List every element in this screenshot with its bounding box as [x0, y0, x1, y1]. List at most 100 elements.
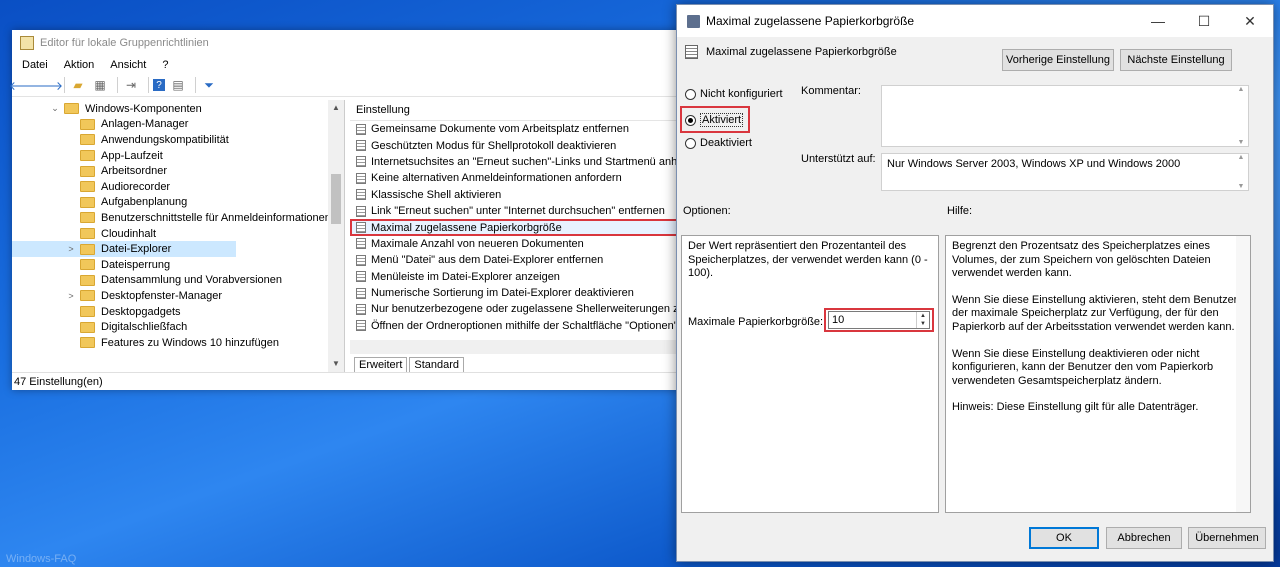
tree-item[interactable]: Features zu Windows 10 hinzufügen	[12, 335, 344, 351]
tree-item[interactable]: Digitalschließfach	[12, 319, 344, 335]
tree-item[interactable]: Dateisperrung	[12, 257, 344, 273]
scroll-up-icon[interactable]: ▲	[328, 100, 344, 116]
spin-arrows[interactable]: ▲ ▼	[916, 312, 929, 328]
policy-list-item-label: Maximale Anzahl von neueren Dokumenten	[371, 237, 584, 250]
list-header-label: Einstellung	[356, 104, 410, 116]
chevron-down-icon[interactable]: ⌄	[50, 103, 60, 114]
menu-aktion[interactable]: Aktion	[64, 59, 95, 71]
menu-help[interactable]: ?	[162, 59, 168, 71]
supported-value: Nur Windows Server 2003, Windows XP und …	[887, 158, 1181, 170]
radio-enabled[interactable]: Aktiviert	[685, 113, 744, 127]
gpedit-titlebar[interactable]: Editor für lokale Gruppenrichtlinien	[12, 30, 682, 56]
policy-list-item[interactable]: Link "Erneut suchen" unter "Internet dur…	[350, 203, 682, 219]
policy-dialog: Maximal zugelassene Papierkorbgröße — ☐ …	[676, 4, 1274, 562]
radio-disabled[interactable]: Deaktiviert	[685, 137, 752, 149]
max-size-label: Maximale Papierkorbgröße:	[688, 316, 824, 328]
radio-circle-selected	[685, 114, 696, 126]
menu-ansicht[interactable]: Ansicht	[110, 59, 146, 71]
policy-list-item[interactable]: Klassische Shell aktivieren	[350, 187, 682, 203]
spin-up-icon[interactable]: ▲	[920, 313, 926, 319]
list-header-einstellung[interactable]: Einstellung ⌃	[350, 100, 682, 121]
toolbar-separator	[117, 77, 118, 93]
apply-button[interactable]: Übernehmen	[1188, 527, 1266, 549]
gpedit-window: Editor für lokale Gruppenrichtlinien Dat…	[9, 30, 684, 390]
policy-setting-icon	[356, 189, 366, 201]
tree-item[interactable]: Audiorecorder	[12, 179, 344, 195]
folder-icon	[80, 259, 95, 271]
policy-list-item[interactable]: Maximal zugelassene Papierkorbgröße	[350, 219, 682, 236]
policy-list-item[interactable]: Menüleiste im Datei-Explorer anzeigen	[350, 269, 682, 285]
folder-icon	[80, 243, 95, 255]
policy-list-item[interactable]: Gemeinsame Dokumente vom Arbeitsplatz en…	[350, 121, 682, 137]
comment-textarea[interactable]: ▲ ▼	[881, 85, 1249, 147]
folder-icon	[80, 118, 95, 130]
tree-item[interactable]: Datensammlung und Vorabversionen	[12, 273, 344, 289]
options-panel: Der Wert repräsentiert den Prozentanteil…	[681, 235, 939, 513]
tree-item[interactable]: Desktopgadgets	[12, 304, 344, 320]
spin-down-icon[interactable]: ▼	[920, 321, 926, 327]
folder-icon	[80, 165, 95, 177]
policy-list-item[interactable]: Maximale Anzahl von neueren Dokumenten	[350, 236, 682, 252]
folder-icon	[80, 134, 95, 146]
tree-item[interactable]: ⌄ Windows-Komponenten	[12, 101, 344, 117]
menu-datei[interactable]: Datei	[22, 59, 48, 71]
help-icon[interactable]: ?	[153, 79, 165, 91]
tree-item-label: Windows-Komponenten	[85, 102, 202, 115]
tree-item-label: Cloudinhalt	[101, 227, 157, 240]
menu-bar: Datei Aktion Ansicht ?	[12, 56, 682, 74]
tree-item[interactable]: App-Laufzeit	[12, 148, 344, 164]
tree-item[interactable]: > Desktopfenster-Manager	[12, 288, 344, 304]
policy-list-item[interactable]: Internetsuchsites an "Erneut suchen"-Lin…	[350, 154, 682, 170]
chevron-right-icon[interactable]: >	[66, 244, 76, 254]
close-icon[interactable]: ✕	[1227, 5, 1273, 37]
radio-not-configured[interactable]: Nicht konfiguriert	[685, 88, 783, 100]
forward-arrow-icon[interactable]: 🡒	[31, 77, 63, 93]
filter-icon[interactable]: ⏷	[200, 77, 218, 93]
comment-scrollbar[interactable]: ▲ ▼	[1234, 86, 1248, 146]
policy-list-item[interactable]: Menü "Datei" aus dem Datei-Explorer entf…	[350, 252, 682, 268]
scroll-down-icon[interactable]: ▼	[328, 356, 344, 372]
gpedit-title: Editor für lokale Gruppenrichtlinien	[40, 37, 209, 49]
previous-setting-button[interactable]: Vorherige Einstellung	[1002, 49, 1114, 71]
tree-item[interactable]: Benutzerschnittstelle für Anmeldeinforma…	[12, 210, 344, 226]
tree-item[interactable]: Anlagen-Manager	[12, 117, 344, 133]
tree-item[interactable]: > Datei-Explorer	[12, 241, 236, 257]
next-setting-button[interactable]: Nächste Einstellung	[1120, 49, 1232, 71]
tree-item-label: Digitalschließfach	[101, 321, 188, 334]
comment-label: Kommentar:	[801, 85, 861, 97]
policy-list-item-label: Klassische Shell aktivieren	[371, 188, 502, 201]
minimize-icon[interactable]: —	[1135, 5, 1181, 37]
tree-item[interactable]: Aufgabenplanung	[12, 195, 344, 211]
tree-item[interactable]: Anwendungskompatibilität	[12, 132, 344, 148]
maximize-icon[interactable]: ☐	[1181, 5, 1227, 37]
chevron-right-icon[interactable]: >	[66, 291, 76, 301]
properties-icon[interactable]: ▤	[169, 77, 187, 93]
folder-icon	[80, 290, 95, 302]
export-icon[interactable]: ⇥	[122, 77, 140, 93]
policy-list-item[interactable]: Numerische Sortierung im Datei-Explorer …	[350, 285, 682, 301]
policy-setting-icon	[356, 123, 366, 135]
tab-erweitert[interactable]: Erweitert	[354, 357, 408, 372]
cancel-button[interactable]: Abbrechen	[1106, 527, 1182, 549]
policy-setting-icon	[356, 156, 366, 168]
policy-list-item[interactable]: Öffnen der Ordneroptionen mithilfe der S…	[350, 318, 682, 334]
folder-up-icon[interactable]: ▰	[69, 77, 87, 93]
list-hscrollbar[interactable]	[350, 340, 682, 354]
policy-list-item[interactable]: Keine alternativen Anmeldeinformationen …	[350, 170, 682, 186]
help-scrollbar[interactable]	[1236, 236, 1250, 512]
policy-list-item[interactable]: Geschützten Modus für Shellprotokoll dea…	[350, 137, 682, 153]
tab-standard[interactable]: Standard	[409, 357, 465, 372]
max-size-spinbox[interactable]: 10 ▲ ▼	[828, 311, 930, 329]
tree-scrollbar[interactable]: ▲ ▼	[328, 100, 344, 372]
tree-item-label: Desktopgadgets	[101, 305, 181, 318]
ok-button[interactable]: OK	[1029, 527, 1099, 549]
policy-list-item-label: Internetsuchsites an "Erneut suchen"-Lin…	[371, 155, 682, 168]
policy-setting-icon	[356, 254, 366, 266]
scroll-thumb[interactable]	[331, 174, 341, 224]
show-tree-icon[interactable]: ▦	[91, 77, 109, 93]
policy-list-item[interactable]: Nur benutzerbezogene oder zugelassene Sh…	[350, 301, 682, 317]
tree-item[interactable]: Arbeitsordner	[12, 163, 344, 179]
help-label: Hilfe:	[947, 205, 973, 217]
supported-scrollbar[interactable]: ▲ ▼	[1234, 154, 1248, 190]
tree-item[interactable]: Cloudinhalt	[12, 226, 344, 242]
